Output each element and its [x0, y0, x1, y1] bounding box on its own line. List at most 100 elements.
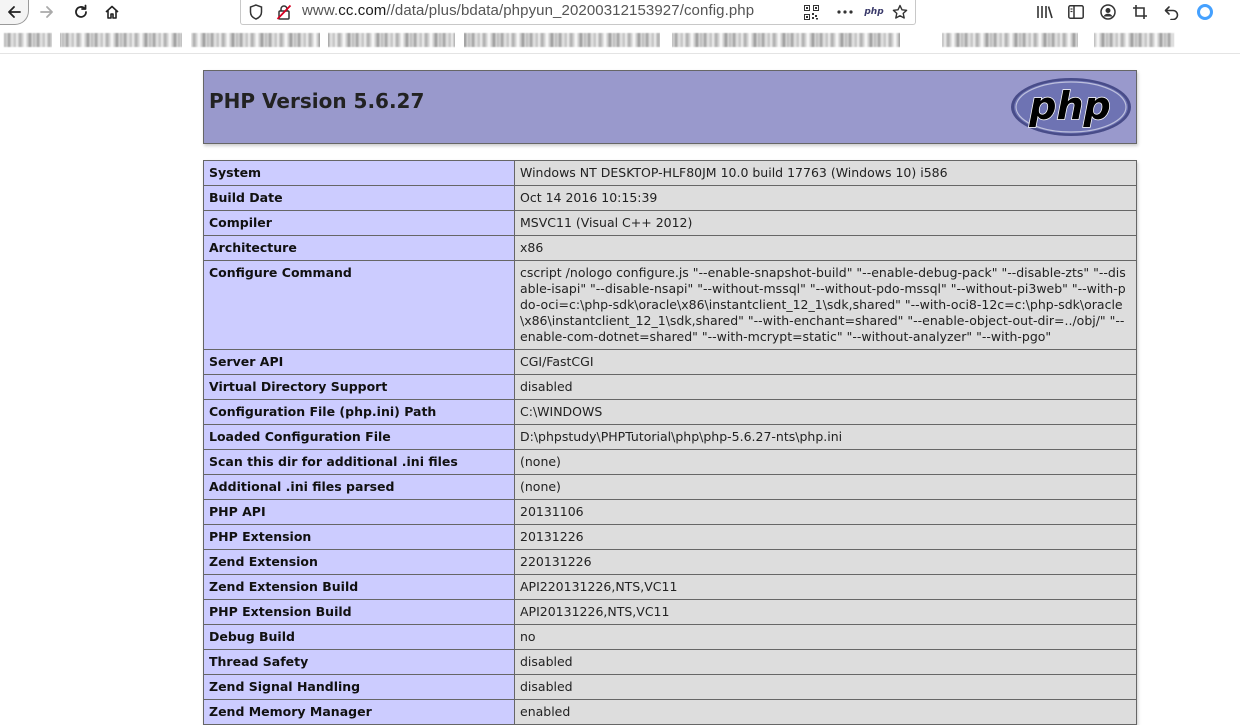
row-value: cscript /nologo configure.js "--enable-s…: [514, 260, 1137, 350]
row-label: Compiler: [203, 210, 515, 236]
table-row: Server API CGI/FastCGI: [203, 349, 1137, 375]
screenshot-crop-button[interactable]: [1130, 3, 1150, 21]
php-logo-text: php: [1028, 84, 1110, 128]
qr-code-button[interactable]: [802, 3, 820, 21]
table-row: Zend Extension 220131226: [203, 549, 1137, 575]
row-label: Zend Extension Build: [203, 574, 515, 600]
table-row: Thread Safety disabled: [203, 649, 1137, 675]
php-logo[interactable]: php: [1010, 77, 1132, 137]
table-row: Additional .ini files parsed (none): [203, 474, 1137, 500]
php-version-title: PHP Version 5.6.27: [209, 89, 425, 113]
table-row: Scan this dir for additional .ini files(…: [203, 449, 1137, 475]
table-row: Virtual Directory Support disabled: [203, 374, 1137, 400]
row-value: 20131226: [514, 524, 1137, 550]
url-path: //data/plus/bdata/phpyun_20200312153927/…: [386, 2, 755, 19]
home-icon: [105, 5, 119, 19]
reload-icon: [75, 4, 87, 18]
star-icon: [892, 4, 908, 19]
bookmarks-bar: [0, 27, 1240, 54]
table-row: Build Date Oct 14 2016 10:15:39: [203, 185, 1137, 211]
row-label: Configuration File (php.ini) Path: [203, 399, 515, 425]
row-label: Virtual Directory Support: [203, 374, 515, 400]
row-label: Build Date: [203, 185, 515, 211]
table-row: PHP Extension Build API20131226,NTS,VC11: [203, 599, 1137, 625]
forward-button[interactable]: [34, 0, 60, 24]
insecure-lock-icon: [276, 4, 292, 20]
arrow-left-icon: [8, 6, 21, 18]
row-value: disabled: [514, 649, 1137, 675]
arrow-right-icon: [40, 6, 53, 18]
row-value: CGI/FastCGI: [514, 349, 1137, 375]
crop-icon: [1133, 5, 1147, 19]
url-prefix: www.: [302, 2, 339, 19]
row-label: Configure Command: [203, 260, 515, 350]
url-text[interactable]: www.cc.com//data/plus/bdata/phpyun_20200…: [302, 2, 754, 19]
table-row: Loaded Configuration File D:\phpstudy\PHP…: [203, 424, 1137, 450]
phpinfo-table: System Windows NT DESKTOP-HLF80JM 10.0 bu…: [203, 160, 1137, 725]
table-row: Zend Memory Manager enabled: [203, 699, 1137, 725]
table-row: Configuration File (php.ini) Path C:\WIND…: [203, 399, 1137, 425]
row-label: PHP Extension: [203, 524, 515, 550]
browser-toolbar: www.cc.com//data/plus/bdata/phpyun_20200…: [0, 0, 1240, 26]
url-bar[interactable]: www.cc.com//data/plus/bdata/phpyun_20200…: [240, 0, 916, 25]
home-button[interactable]: [99, 0, 125, 24]
row-value: D:\phpstudy\PHPTutorial\php\php-5.6.27-n…: [514, 424, 1137, 450]
url-host: cc.com: [338, 2, 387, 19]
library-icon: [1037, 6, 1053, 19]
row-label: PHP Extension Build: [203, 599, 515, 625]
extension-ring-button[interactable]: [1195, 3, 1215, 21]
undo-button[interactable]: [1162, 3, 1182, 21]
row-label: Thread Safety: [203, 649, 515, 675]
row-label: Additional .ini files parsed: [203, 474, 515, 500]
row-value: 20131106: [514, 499, 1137, 525]
php-extension-icon: php: [864, 7, 884, 17]
row-label: Loaded Configuration File: [203, 424, 515, 450]
php-extension-button[interactable]: php: [863, 3, 885, 21]
table-row: System Windows NT DESKTOP-HLF80JM 10.0 bu…: [203, 160, 1137, 186]
row-label: Server API: [203, 349, 515, 375]
table-row: Zend Signal Handling disabled: [203, 674, 1137, 700]
row-value: MSVC11 (Visual C++ 2012): [514, 210, 1137, 236]
site-info-button[interactable]: [247, 3, 265, 21]
table-row: Architecture x86: [203, 235, 1137, 261]
row-label: System: [203, 160, 515, 186]
insecure-connection-button[interactable]: [275, 3, 293, 21]
phpinfo-header: PHP Version 5.6.27 php: [203, 70, 1137, 144]
page-actions-button[interactable]: [836, 3, 854, 21]
account-button[interactable]: [1098, 3, 1118, 21]
table-row: Zend Extension Build API220131226,NTS,VC1…: [203, 574, 1137, 600]
sidebar-button[interactable]: [1066, 3, 1086, 21]
row-value: enabled: [514, 699, 1137, 725]
row-label: Zend Signal Handling: [203, 674, 515, 700]
row-value: Oct 14 2016 10:15:39: [514, 185, 1137, 211]
back-button[interactable]: [0, 0, 29, 25]
undo-arrow-icon: [1164, 6, 1179, 20]
table-row: Compiler MSVC11 (Visual C++ 2012): [203, 210, 1137, 236]
bookmark-star-button[interactable]: [891, 3, 909, 21]
table-row: Debug Build no: [203, 624, 1137, 650]
row-value: x86: [514, 235, 1137, 261]
row-value: 220131226: [514, 549, 1137, 575]
ring-extension-icon: [1197, 4, 1213, 20]
ellipsis-icon: [837, 10, 853, 14]
row-value: API220131226,NTS,VC11: [514, 574, 1137, 600]
table-row: PHP Extension 20131226: [203, 524, 1137, 550]
row-value: disabled: [514, 374, 1137, 400]
row-label: Architecture: [203, 235, 515, 261]
row-label: Zend Extension: [203, 549, 515, 575]
row-value: no: [514, 624, 1137, 650]
table-row: Configure Command cscript /nologo configu…: [203, 260, 1137, 350]
row-label: PHP API: [203, 499, 515, 525]
row-value: (none): [514, 449, 1137, 475]
blurred-bookmarks: [4, 33, 1174, 47]
row-label: Debug Build: [203, 624, 515, 650]
library-button[interactable]: [1035, 3, 1055, 21]
row-value: disabled: [514, 674, 1137, 700]
reload-button[interactable]: [68, 0, 94, 24]
row-value: API20131226,NTS,VC11: [514, 599, 1137, 625]
qr-code-icon: [803, 4, 819, 20]
row-label: Scan this dir for additional .ini files: [203, 449, 515, 475]
sidebar-icon: [1068, 5, 1084, 19]
row-value: (none): [514, 474, 1137, 500]
shield-icon: [249, 4, 263, 20]
